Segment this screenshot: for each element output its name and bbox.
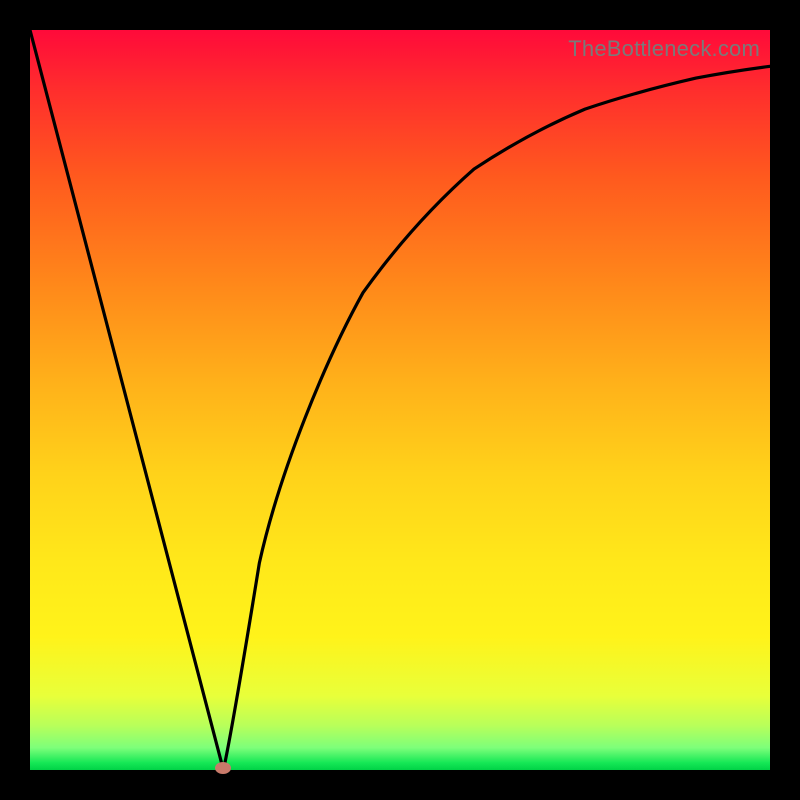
chart-frame: TheBottleneck.com [0,0,800,800]
bottleneck-curve [30,30,770,770]
plot-area: TheBottleneck.com [30,30,770,770]
optimum-marker [215,762,231,774]
curve-path [30,30,770,770]
